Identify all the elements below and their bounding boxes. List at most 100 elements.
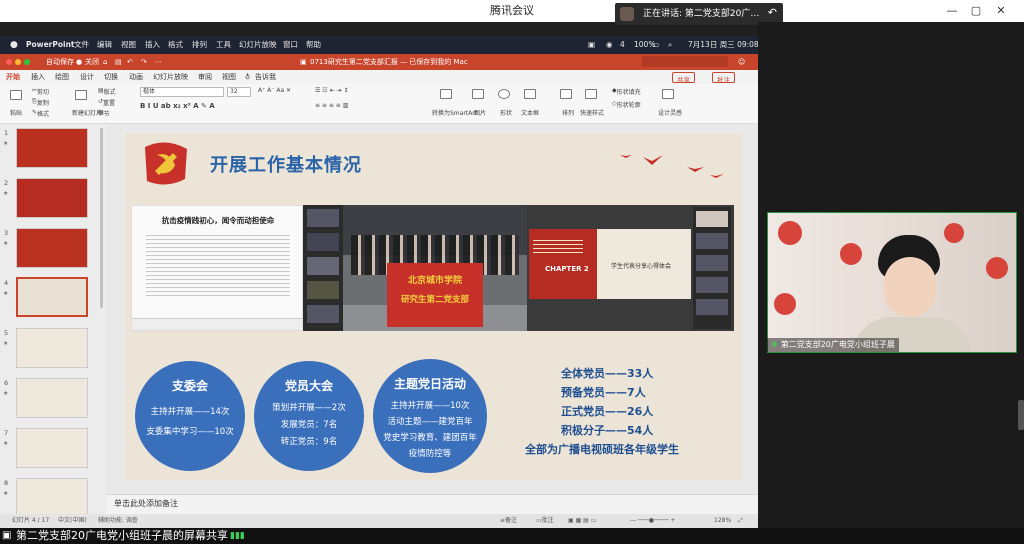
cut-button[interactable]: ✂ 剪切 [32, 87, 49, 96]
notes-pane[interactable]: 单击此处添加备注 [106, 494, 758, 514]
participant-video[interactable] [767, 212, 1017, 353]
search-icon[interactable]: ⌕ [668, 36, 672, 54]
notes-toggle[interactable]: ≡ 备注 [500, 514, 517, 528]
more-icon[interactable]: ⋯ [155, 54, 162, 70]
accessibility-status[interactable]: 辅助功能: 调查 [98, 514, 138, 528]
menu-format[interactable]: 格式 [168, 36, 183, 54]
font-grow-icon[interactable]: A⁺ A⁻ Aa ✕ [258, 87, 291, 94]
thumbnail-slide-5[interactable] [16, 328, 88, 368]
shape-icon[interactable] [498, 89, 510, 99]
tab-design[interactable]: 设计 [80, 70, 94, 84]
font-size-select[interactable]: 32 [227, 87, 251, 97]
search-box[interactable] [642, 56, 728, 67]
back-arrow-icon[interactable]: ↶ [768, 6, 777, 19]
menu-file[interactable]: 文件 [74, 36, 89, 54]
font-select[interactable]: 楷体 [140, 87, 224, 97]
thumbnail-slide-6[interactable] [16, 378, 88, 418]
smartart-icon[interactable] [440, 89, 452, 99]
shape-outline-button[interactable]: ◇ 形状轮廓 [612, 100, 641, 109]
layout-button[interactable]: ▤ 版式 [98, 87, 116, 96]
thumbnail-scrollbar[interactable] [100, 128, 103, 308]
close-icon[interactable]: ✕ [993, 3, 1009, 19]
status-icon[interactable]: ▣ [588, 36, 595, 54]
comments-button[interactable]: 批注 [712, 72, 735, 84]
comments-toggle[interactable]: ▭ 批注 [536, 514, 554, 528]
apple-icon[interactable]: ● [10, 36, 18, 54]
tab-insert[interactable]: 插入 [31, 70, 45, 84]
textbox-icon[interactable] [524, 89, 536, 99]
window-close-button[interactable] [6, 59, 12, 65]
participant-name: 第二党支部20广电党小组班子晨 [780, 340, 895, 349]
share-button[interactable]: 共享 [672, 72, 695, 84]
screen-share-icon: ▣ [2, 530, 12, 541]
tab-slideshow[interactable]: 幻灯片放映 [153, 70, 188, 84]
slide-canvas[interactable]: 开展工作基本情况 抗击疫情践初心，闻令而动担使命 北京城市学院 研究生第二党支部… [125, 133, 742, 480]
account-icon[interactable]: ☺ [738, 54, 745, 70]
paste-icon[interactable] [10, 90, 22, 100]
wechat-icon[interactable]: ◉ [606, 36, 613, 54]
copy-label: 复制 [36, 100, 49, 107]
font-style-icons[interactable]: B I U ab x₂ x² A ✎ A [140, 102, 215, 110]
fit-icon[interactable]: ⤢ [738, 514, 743, 528]
circle-line: 支委集中学习——10次 [146, 427, 234, 437]
language[interactable]: 中文(中国) [58, 514, 87, 528]
meeting-toolbar-image [132, 318, 302, 330]
view-buttons[interactable]: ▣ ▦ ▤ ▭ [568, 514, 596, 528]
thumbnail-slide-4[interactable] [16, 277, 88, 317]
tab-transitions[interactable]: 切换 [104, 70, 118, 84]
copy-button[interactable]: ⎘ 复制 [32, 98, 49, 107]
autosave-state[interactable]: 关闭 [85, 54, 99, 70]
picture-icon[interactable] [472, 89, 484, 99]
menu-view[interactable]: 视图 [121, 36, 136, 54]
thumbnail-slide-8[interactable] [16, 478, 88, 514]
thumbnail-slide-2[interactable] [16, 178, 88, 218]
circle-line: 发展党员：7名 [280, 420, 338, 430]
side-handle[interactable] [1018, 400, 1024, 430]
zoom-slider[interactable]: — ───●──── + [630, 514, 675, 528]
tab-view[interactable]: 视图 [222, 70, 236, 84]
menu-tools[interactable]: 工具 [216, 36, 231, 54]
menubar-app-name[interactable]: PowerPoint [26, 36, 75, 54]
redo-icon[interactable]: ↷ [141, 54, 147, 70]
star-icon: ★ [3, 240, 9, 247]
reset-button[interactable]: ↺ 重置 [98, 98, 115, 107]
menu-edit[interactable]: 编辑 [97, 36, 112, 54]
thumb-number: 3 [4, 229, 9, 237]
shape-fill-button[interactable]: ◆ 形状填充 [612, 87, 641, 96]
thumbnail-slide-1[interactable] [16, 128, 88, 168]
tell-me[interactable]: 告诉我 [255, 70, 276, 84]
section-button[interactable]: ▦ 节 [98, 109, 110, 118]
menu-insert[interactable]: 插入 [145, 36, 160, 54]
arrange-icon[interactable] [560, 89, 572, 99]
menu-slideshow[interactable]: 幻灯片放映 [239, 36, 277, 54]
align-icons[interactable]: ≡ ≡ ≡ ≡ ▥ [315, 102, 348, 109]
zoom-level[interactable]: 128% [714, 514, 731, 528]
slide-thumbnails: 1 ★ 2 ★ 3 ★ 4 ★ 5 ★ 6 ★ 7 ★ 8 ★ [0, 124, 106, 514]
thumbnail-slide-7[interactable] [16, 428, 88, 468]
save-icon[interactable]: ▤ [115, 54, 122, 70]
minimize-icon[interactable]: — [944, 3, 960, 19]
list-icons[interactable]: ☰ ☷ ⇤ ⇥ ↕ [315, 87, 348, 94]
window-minimize-button[interactable] [15, 59, 21, 65]
quick-styles-icon[interactable] [585, 89, 597, 99]
menu-window[interactable]: 窗口 [283, 36, 298, 54]
picture-label: 图片 [474, 110, 487, 117]
restore-icon[interactable]: ▢ [968, 3, 984, 19]
new-slide-icon[interactable] [75, 90, 87, 100]
tab-review[interactable]: 审阅 [198, 70, 212, 84]
format-painter-button[interactable]: ✎ 格式 [32, 109, 49, 118]
thumbnail-slide-3[interactable] [16, 228, 88, 268]
undo-icon[interactable]: ↶ [127, 54, 133, 70]
tab-draw[interactable]: 绘图 [55, 70, 69, 84]
autosave-toggle[interactable]: ● [76, 54, 82, 70]
menu-arrange[interactable]: 排列 [192, 36, 207, 54]
chapter-subtitle: 学生代表分享心得体会 [611, 263, 672, 270]
home-icon[interactable]: ⌂ [103, 54, 107, 70]
window-zoom-button[interactable] [24, 59, 30, 65]
birds-icon [620, 155, 724, 178]
tab-animations[interactable]: 动画 [129, 70, 143, 84]
comments-status-label: 批注 [541, 517, 554, 524]
thumb-number: 2 [4, 179, 9, 187]
designer-icon[interactable] [662, 89, 674, 99]
menu-help[interactable]: 帮助 [306, 36, 321, 54]
